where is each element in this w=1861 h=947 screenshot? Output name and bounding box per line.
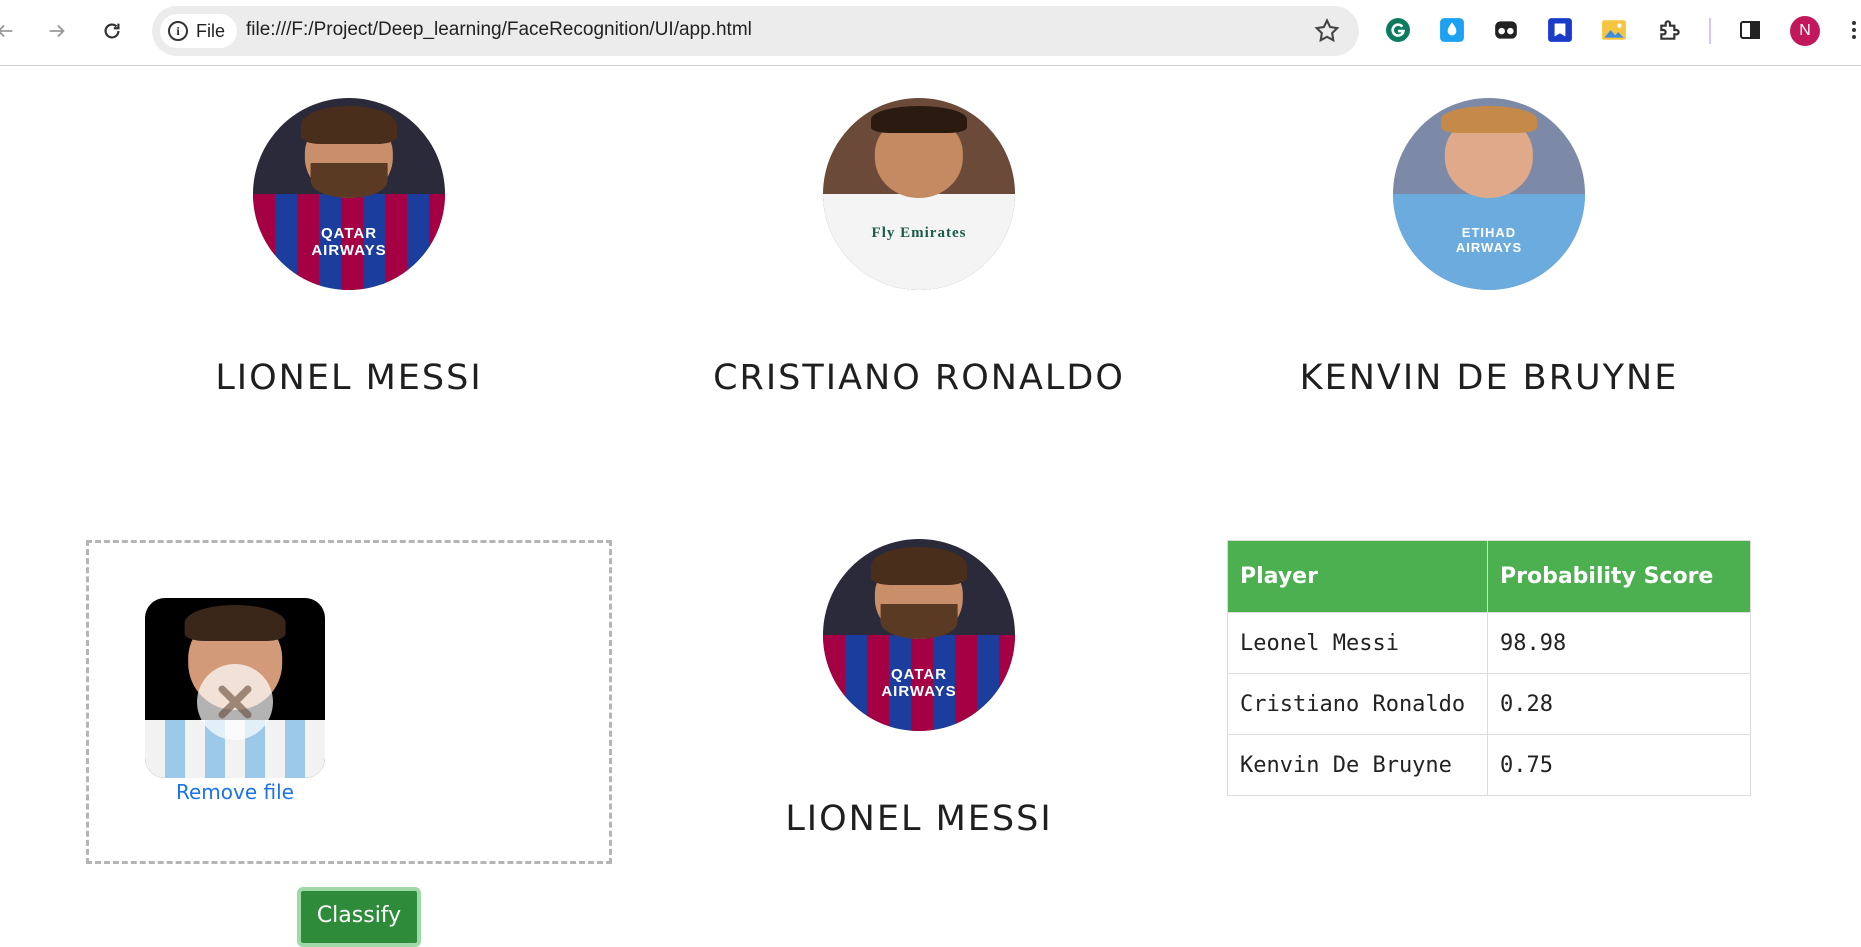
header-probability-score: Probability Score <box>1487 540 1751 613</box>
cell-score: 0.75 <box>1487 734 1751 796</box>
preview-hair <box>184 605 286 642</box>
de-bruyne-hair <box>1441 105 1537 133</box>
de-bruyne-photo: ETIHAD AIRWAYS <box>1393 98 1585 290</box>
grammarly-extension-icon[interactable] <box>1384 16 1412 44</box>
probability-table: Player Probability Score Leonel Messi 98… <box>1227 540 1751 796</box>
address-bar[interactable]: i File file:///F:/Project/Deep_learning/… <box>152 6 1359 56</box>
player-name: CRISTIANO RONALDO <box>713 358 1125 398</box>
table-row: Cristiano Ronaldo 0.28 <box>1227 673 1751 735</box>
extensions-puzzle-icon[interactable] <box>1656 16 1684 44</box>
messi-sponsor-text: QATAR AIRWAYS <box>311 224 387 259</box>
remove-file-link[interactable]: Remove file <box>145 780 325 804</box>
cell-player: Leonel Messi <box>1227 612 1488 674</box>
url-text[interactable]: file:///F:/Project/Deep_learning/FaceRec… <box>246 19 752 41</box>
remove-file-x-icon[interactable] <box>197 664 273 741</box>
info-icon: i <box>168 21 188 41</box>
de-bruyne-sponsor-text: ETIHAD AIRWAYS <box>1455 224 1523 255</box>
result-sponsor-text: QATAR AIRWAYS <box>881 665 957 700</box>
messi-beard <box>310 163 388 198</box>
reload-icon[interactable] <box>95 14 129 48</box>
player-name: LIONEL MESSI <box>215 358 483 398</box>
menu-kebab-icon[interactable] <box>1840 16 1861 44</box>
forward-arrow-icon[interactable] <box>40 14 74 48</box>
site-info-chip[interactable]: i File <box>160 14 238 48</box>
picture-extension-icon[interactable] <box>1600 16 1628 44</box>
classify-button[interactable]: Classify <box>297 887 421 947</box>
uploaded-image-preview <box>145 598 325 778</box>
player-name: KENVIN DE BRUYNE <box>1299 358 1679 398</box>
back-arrow-icon[interactable] <box>0 14 22 48</box>
ronaldo-photo: Fly Emirates <box>823 98 1015 290</box>
droplet-extension-icon[interactable] <box>1438 16 1466 44</box>
side-panel-icon[interactable] <box>1736 16 1764 44</box>
result-beard <box>880 604 958 639</box>
table-row: Leonel Messi 98.98 <box>1227 612 1751 674</box>
profile-avatar[interactable]: N <box>1790 16 1820 46</box>
result-hair <box>871 546 967 586</box>
mask-extension-icon[interactable] <box>1492 16 1520 44</box>
toolbar-divider <box>1709 18 1711 44</box>
player-card-messi: QATAR AIRWAYS LIONEL MESSI <box>139 98 559 398</box>
player-card-ronaldo: Fly Emirates CRISTIANO RONALDO <box>709 98 1129 398</box>
image-dropzone[interactable]: Remove file <box>86 540 612 864</box>
bookmark-extension-icon[interactable] <box>1546 16 1574 44</box>
result-photo: QATAR AIRWAYS <box>823 539 1015 731</box>
result-player-name: LIONEL MESSI <box>785 799 1053 839</box>
bookmark-star-icon[interactable] <box>1313 17 1341 45</box>
cell-player: Cristiano Ronaldo <box>1227 673 1488 735</box>
ronaldo-sponsor-text: Fly Emirates <box>871 224 967 241</box>
result-card: QATAR AIRWAYS LIONEL MESSI <box>709 539 1129 839</box>
browser-toolbar: i File file:///F:/Project/Deep_learning/… <box>0 0 1861 66</box>
cell-player: Kenvin De Bruyne <box>1227 734 1488 796</box>
header-player: Player <box>1227 540 1488 613</box>
table-header-row: Player Probability Score <box>1227 540 1751 613</box>
site-chip-label: File <box>196 20 226 41</box>
player-card-de-bruyne: ETIHAD AIRWAYS KENVIN DE BRUYNE <box>1279 98 1699 398</box>
ronaldo-hair <box>871 105 967 133</box>
table-row: Kenvin De Bruyne 0.75 <box>1227 734 1751 796</box>
messi-photo: QATAR AIRWAYS <box>253 98 445 290</box>
ronaldo-jersey <box>823 194 1015 290</box>
cell-score: 0.28 <box>1487 673 1751 735</box>
cell-score: 98.98 <box>1487 612 1751 674</box>
messi-hair <box>301 105 397 145</box>
